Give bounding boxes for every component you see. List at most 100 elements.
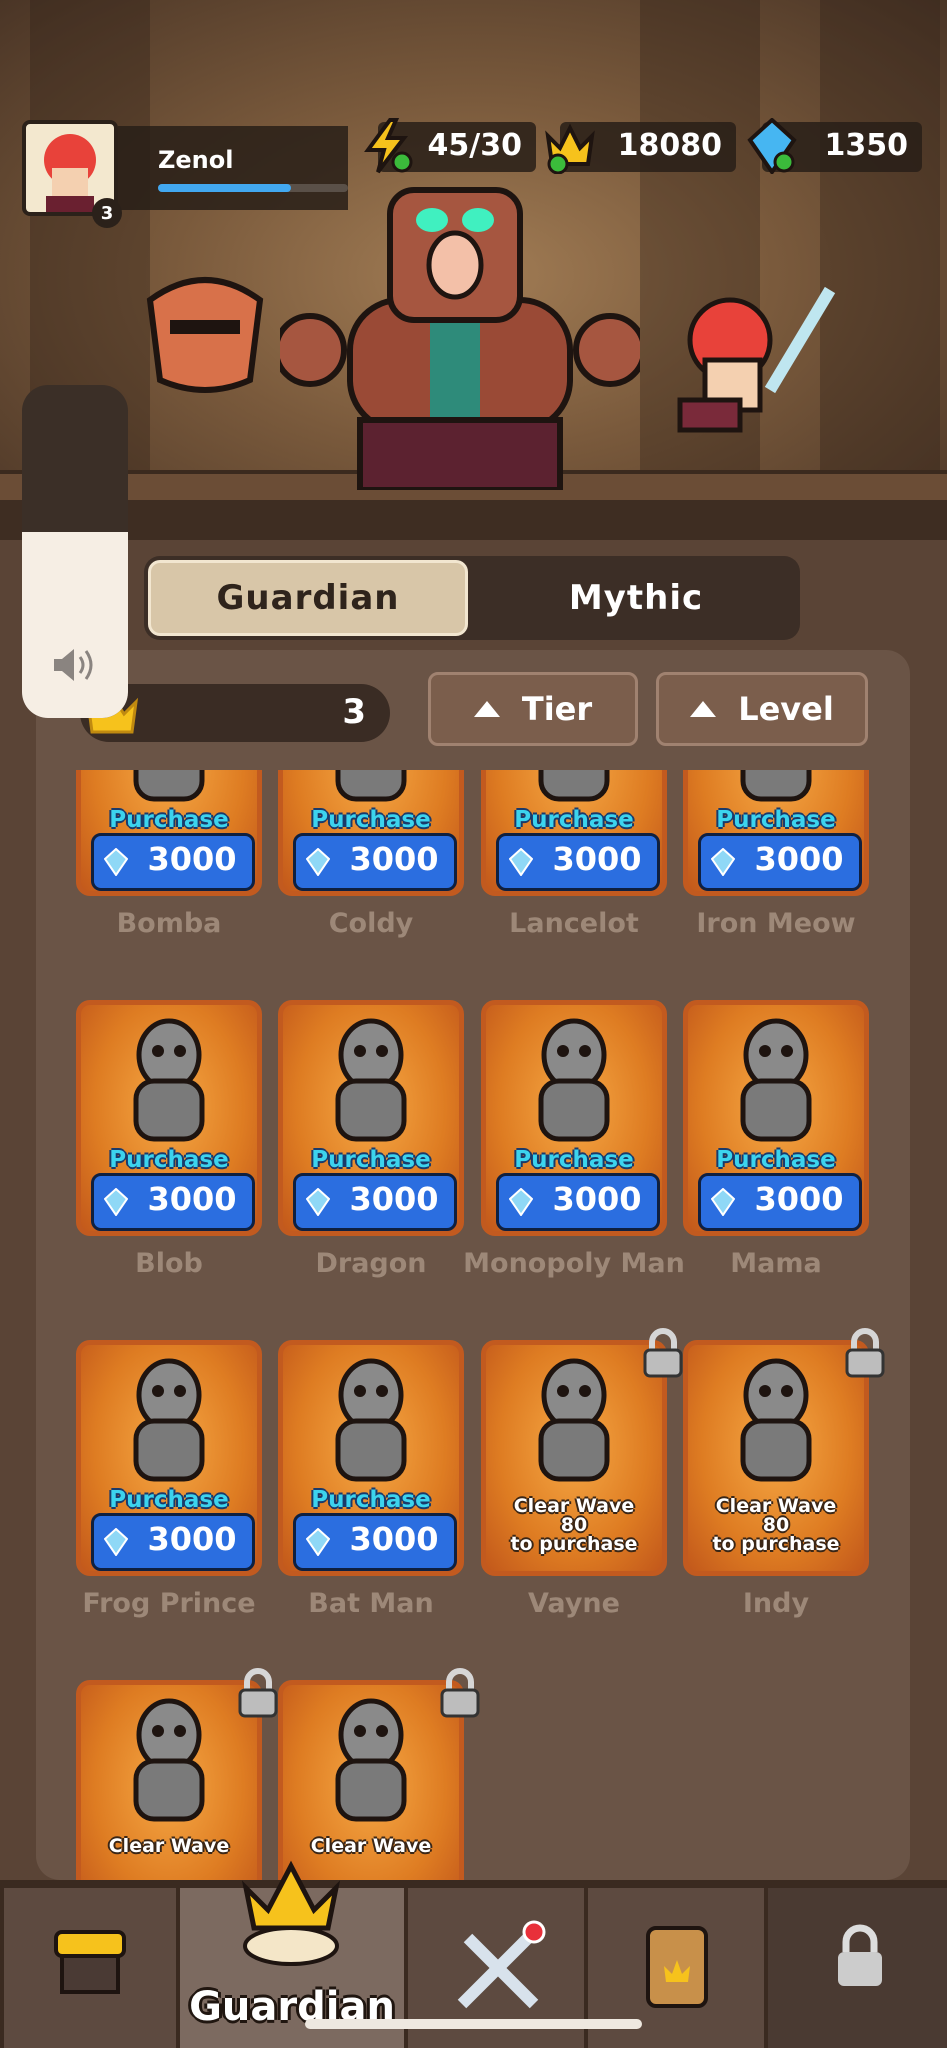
gem-counter[interactable]: 1350 bbox=[747, 118, 922, 174]
guardian-card[interactable]: Purchase 3000 Mama bbox=[683, 1000, 869, 1279]
guardian-silhouette-icon bbox=[740, 1018, 812, 1142]
purchase-price-button[interactable]: 3000 bbox=[496, 1173, 660, 1231]
nav-shop[interactable] bbox=[4, 1888, 176, 2048]
guardian-card[interactable]: Purchase 3000 Iron Meow bbox=[683, 770, 869, 939]
guardian-silhouette-icon bbox=[538, 1358, 610, 1482]
guardian-card[interactable]: Purchase 3000 Dragon bbox=[278, 1000, 464, 1279]
guardian-card[interactable]: Purchase 3000 Bomba bbox=[76, 770, 262, 939]
lock-icon bbox=[643, 1328, 683, 1378]
gem-icon bbox=[711, 848, 735, 876]
guardian-name: Indy bbox=[742, 1588, 810, 1619]
lock-icon bbox=[845, 1328, 885, 1378]
energy-value: 45/30 bbox=[427, 128, 522, 163]
guardian-card-frame: Purchase 3000 bbox=[278, 1000, 464, 1236]
guardian-silhouette-icon bbox=[133, 1698, 205, 1822]
guardian-card-frame: Purchase 3000 bbox=[278, 770, 464, 896]
guardian-silhouette-icon bbox=[740, 1358, 812, 1482]
crown-plus-icon bbox=[545, 123, 595, 174]
purchase-price-button[interactable]: 3000 bbox=[496, 833, 660, 891]
purchase-price-button[interactable]: 3000 bbox=[293, 1513, 457, 1571]
guardian-silhouette-icon bbox=[133, 1018, 205, 1142]
sort-level-button[interactable]: Level bbox=[656, 672, 868, 746]
guardian-card[interactable]: Clear Wave 80 to purchase Indy bbox=[683, 1328, 885, 1619]
guardian-card[interactable]: Purchase 3000 Frog Prince bbox=[76, 1340, 262, 1619]
purchase-price-button[interactable]: 3000 bbox=[91, 833, 255, 891]
guardian-card[interactable]: Clear Wave bbox=[76, 1668, 278, 1880]
lock-icon bbox=[440, 1668, 480, 1718]
guardian-card-frame: Purchase 3000 bbox=[481, 770, 667, 896]
xp-bar bbox=[158, 184, 348, 192]
player-profile[interactable]: Zenol 3 bbox=[22, 120, 348, 228]
price-amount: 3000 bbox=[349, 840, 439, 878]
guardian-card[interactable]: Purchase 3000 Blob bbox=[76, 1000, 262, 1279]
unlock-requirement: Clear Wave 80 to purchase bbox=[712, 1495, 840, 1555]
player-level-badge: 3 bbox=[92, 198, 122, 228]
home-indicator[interactable] bbox=[305, 2019, 642, 2029]
guardian-grid[interactable]: Purchase 3000 Bomba Purchase 3000 Coldy Purcha… bbox=[36, 770, 910, 1880]
guardian-name: Mama bbox=[730, 1248, 822, 1279]
purchase-price-button[interactable]: 3000 bbox=[293, 1173, 457, 1231]
sort-up-icon bbox=[690, 701, 717, 717]
guardian-silhouette-icon bbox=[740, 770, 812, 802]
guardian-row: Clear Wave Clear Wave bbox=[76, 1668, 876, 1880]
sort-tier-button[interactable]: Tier bbox=[428, 672, 638, 746]
purchase-price-button[interactable]: 3000 bbox=[293, 833, 457, 891]
gold-counter[interactable]: 18080 bbox=[545, 122, 736, 174]
guardian-card[interactable]: Purchase 3000 Lancelot bbox=[481, 770, 667, 939]
guardian-card[interactable]: Purchase 3000 Bat Man bbox=[278, 1340, 464, 1619]
purchase-price-button[interactable]: 3000 bbox=[698, 833, 862, 891]
purchase-label: Purchase bbox=[311, 1487, 431, 1513]
gem-plus-icon bbox=[747, 118, 797, 174]
guardian-silhouette-icon bbox=[335, 770, 407, 802]
unlock-requirement: Clear Wave bbox=[310, 1835, 432, 1857]
player-name: Zenol bbox=[158, 146, 234, 174]
tab-mythic[interactable]: Mythic bbox=[476, 560, 796, 636]
guardian-card[interactable]: Purchase 3000 Monopoly Man bbox=[463, 1000, 685, 1279]
card-icon bbox=[646, 1926, 708, 2008]
tab-switcher: Guardian Mythic bbox=[144, 556, 800, 640]
guardian-row: Purchase 3000 Bomba Purchase 3000 Coldy Purcha… bbox=[76, 770, 876, 990]
nav-locked[interactable] bbox=[768, 1888, 947, 2048]
gold-value: 18080 bbox=[617, 128, 722, 163]
crown-nest-icon bbox=[241, 1860, 341, 1966]
purchase-label: Purchase bbox=[109, 807, 229, 833]
gem-icon bbox=[306, 1188, 330, 1216]
unlock-requirement: Clear Wave 80 to purchase bbox=[510, 1495, 638, 1555]
price-amount: 3000 bbox=[754, 840, 844, 878]
guardian-card-frame: Purchase 3000 bbox=[278, 1340, 464, 1576]
gem-icon bbox=[711, 1188, 735, 1216]
guardian-card[interactable]: Clear Wave 80 to purchase Vayne bbox=[481, 1328, 683, 1619]
purchase-price-button[interactable]: 3000 bbox=[698, 1173, 862, 1231]
sort-level-label: Level bbox=[738, 690, 834, 728]
guardian-card[interactable]: Purchase 3000 Coldy bbox=[278, 770, 464, 939]
guardian-silhouette-icon bbox=[335, 1018, 407, 1142]
purchase-label: Purchase bbox=[109, 1487, 229, 1513]
purchase-price-button[interactable]: 3000 bbox=[91, 1173, 255, 1231]
lock-icon bbox=[838, 1924, 882, 1986]
price-amount: 3000 bbox=[147, 1180, 237, 1218]
price-amount: 3000 bbox=[552, 840, 642, 878]
price-amount: 3000 bbox=[552, 1180, 642, 1218]
price-amount: 3000 bbox=[147, 1520, 237, 1558]
energy-counter[interactable]: 45/30 bbox=[364, 118, 536, 174]
gem-icon bbox=[104, 1528, 128, 1556]
gem-value: 1350 bbox=[824, 128, 909, 163]
lock-icon bbox=[238, 1668, 278, 1718]
owned-count: 3 bbox=[342, 692, 366, 732]
speaker-icon bbox=[54, 649, 93, 681]
guardian-name: Bat Man bbox=[308, 1588, 434, 1619]
gem-icon bbox=[104, 848, 128, 876]
guardian-name: Dragon bbox=[315, 1248, 427, 1279]
guardian-card-frame: Purchase 3000 bbox=[76, 770, 262, 896]
battle-scene: Zenol 3 45/30 18080 1350 bbox=[0, 0, 947, 500]
purchase-price-button[interactable]: 3000 bbox=[91, 1513, 255, 1571]
volume-overlay[interactable] bbox=[22, 385, 128, 718]
guardian-card[interactable]: Clear Wave bbox=[278, 1668, 480, 1880]
guardian-card-frame: Purchase 3000 bbox=[683, 1000, 869, 1236]
panel-rail bbox=[0, 500, 947, 540]
player-info-panel: Zenol bbox=[118, 126, 348, 210]
gem-icon bbox=[509, 848, 533, 876]
tab-guardian[interactable]: Guardian bbox=[148, 560, 468, 636]
purchase-label: Purchase bbox=[311, 1147, 431, 1173]
gem-icon bbox=[306, 1528, 330, 1556]
